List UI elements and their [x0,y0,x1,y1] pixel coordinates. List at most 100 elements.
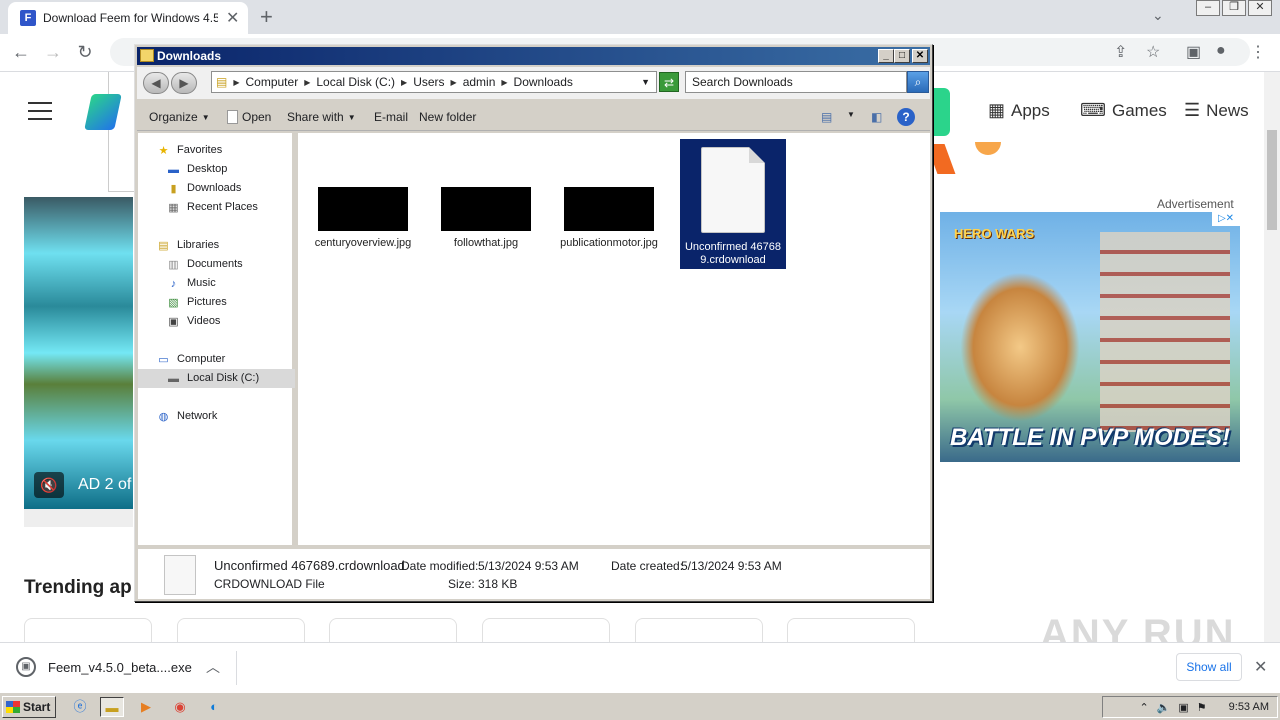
internet-explorer-icon[interactable]: ⓔ [68,697,92,717]
restore-button[interactable]: ❐ [1222,0,1246,16]
app-card[interactable] [24,618,152,642]
file-item[interactable]: followthat.jpg [433,139,539,250]
profile-avatar-icon[interactable]: ● [1216,42,1226,60]
nav-downloads[interactable]: ▮ Downloads [138,179,295,198]
nav-pictures[interactable]: ▧ Pictures [138,293,295,312]
clock[interactable]: 9:53 AM [1229,701,1269,713]
close-window-button[interactable]: ✕ [1248,0,1272,16]
video-ad-counter: AD 2 of [78,476,132,493]
menu-kebab-icon[interactable]: ⋮ [1250,42,1266,62]
file-item[interactable]: centuryoverview.jpg [310,139,416,250]
explorer-close-button[interactable]: ✕ [912,49,928,63]
edge-icon[interactable]: ◐ [202,697,226,717]
mute-icon[interactable]: 🔇 [34,472,64,498]
new-folder-button[interactable]: New folder [419,110,476,124]
nav-libraries[interactable]: ▤ Libraries [138,236,295,255]
minimize-button[interactable]: – [1196,0,1220,16]
app-card[interactable] [329,618,457,642]
nav-recent-places[interactable]: ▦ Recent Places [138,198,295,217]
explorer-minimize-button[interactable]: _ [878,49,894,63]
file-explorer-taskbar-icon[interactable]: ▬ [100,697,124,717]
image-thumbnail [441,187,531,231]
file-item-selected[interactable]: Unconfirmed 467689.crdownload [680,139,786,269]
news-icon: ☰ [1184,100,1201,120]
reload-icon[interactable]: ↻ [74,42,96,63]
network-tray-icon[interactable]: ▣ [1178,701,1188,714]
app-card[interactable] [177,618,305,642]
side-panel-icon[interactable]: ▣ [1186,42,1201,62]
forward-arrow-icon[interactable]: → [42,42,64,63]
browser-tab[interactable]: F Download Feem for Windows 4.5.0 ✕ [8,2,248,34]
breadcrumb-item[interactable]: Local Disk (C:) [316,75,395,89]
chrome-icon[interactable]: ◉ [168,697,192,717]
action-center-flag-icon[interactable]: ⚑ [1197,701,1207,714]
app-card[interactable] [787,618,915,642]
refresh-icon[interactable]: ⇄ [659,72,679,92]
explorer-maximize-button[interactable]: □ [894,49,910,63]
start-button[interactable]: Start [2,696,56,718]
nav-favorites[interactable]: ★ Favorites [138,141,295,160]
share-icon[interactable]: ⇪ [1114,42,1127,62]
nav-videos[interactable]: ▣ Videos [138,312,295,331]
view-dropdown-icon[interactable]: ▼ [847,110,855,119]
show-all-button[interactable]: Show all [1176,653,1242,681]
tray-expand-icon[interactable]: ⌃ [1139,701,1148,714]
close-shelf-icon[interactable]: ✕ [1254,657,1267,677]
share-with-label: Share with [287,110,344,124]
nav-desktop[interactable]: ▬ Desktop [138,160,295,179]
app-card[interactable] [635,618,763,642]
address-dropdown-icon[interactable]: ▼ [641,77,650,87]
tab-close-icon[interactable]: ✕ [226,8,239,28]
explorer-command-bar: Organize ▼ Open Share with ▼ E-mail New fo… [137,103,930,131]
explorer-title-bar[interactable]: Downloads _ □ ✕ [137,47,930,65]
tab-search-chevron-icon[interactable]: ⌄ [1152,7,1164,24]
libraries-icon: ▤ [158,239,169,252]
new-tab-button[interactable]: + [260,4,273,30]
help-icon[interactable]: ? [897,108,915,126]
explorer-breadcrumb[interactable]: ▤ ▶ Computer ▶ Local Disk (C:) ▶ Users ▶… [211,71,657,93]
nav-music[interactable]: ♪ Music [138,274,295,293]
breadcrumb-item[interactable]: Users [413,75,444,89]
adchoices-icon[interactable]: ▷✕ [1212,212,1240,226]
breadcrumb-item[interactable]: Downloads [514,75,573,89]
nav-computer[interactable]: ▭ Computer [138,350,295,369]
breadcrumb-item[interactable]: Computer [246,75,299,89]
nav-network[interactable]: ◍ Network [138,407,295,426]
back-arrow-icon[interactable]: ← [10,42,32,63]
nav-games[interactable]: ⌨ Games [1080,100,1167,121]
file-item[interactable]: publicationmotor.jpg [556,139,662,250]
breadcrumb-item[interactable]: admin [463,75,496,89]
nav-news[interactable]: ☰ News [1184,100,1249,121]
banner-advertisement[interactable]: HERO WARS BATTLE IN PVP MODES! ▷✕ [940,212,1240,462]
search-downloads-input[interactable]: Search Downloads [685,71,907,93]
breadcrumb-folder-icon: ▤ [216,75,228,89]
video-ad-player[interactable] [24,197,133,509]
explorer-forward-icon[interactable]: ▶ [171,72,197,94]
search-icon[interactable]: ⌕ [907,71,929,93]
pictures-icon: ▧ [168,296,179,309]
organize-menu[interactable]: Organize ▼ [149,110,210,124]
view-options-icon[interactable]: ▤ [821,110,832,124]
open-button[interactable]: Open [227,110,271,124]
nav-documents[interactable]: ▥ Documents [138,255,295,274]
nav-local-disk[interactable]: ▬ Local Disk (C:) [138,369,295,388]
volume-icon[interactable]: 🔈 [1157,701,1171,714]
downloads-folder-icon: ▮ [170,182,177,195]
hamburger-menu-icon[interactable] [28,102,52,126]
email-button[interactable]: E-mail [374,110,408,124]
app-card[interactable] [482,618,610,642]
video-footer [24,509,133,527]
preview-pane-icon[interactable]: ◧ [871,110,882,124]
explorer-title: Downloads [157,49,222,63]
explorer-back-icon[interactable]: ◀ [143,72,169,94]
download-filename[interactable]: Feem_v4.5.0_beta....exe [48,660,192,675]
share-with-menu[interactable]: Share with ▼ [287,110,356,124]
apps-grid-icon: ▦ [988,100,1006,120]
download-options-chevron-icon[interactable]: ︿ [206,657,220,677]
explorer-navigation-pane: ★ Favorites ▬ Desktop ▮ Downloads ▦ Recent P… [138,133,295,545]
scrollbar-thumb[interactable] [1267,130,1277,230]
bookmark-star-icon[interactable]: ☆ [1146,42,1160,62]
nav-apps[interactable]: ▦ Apps [988,100,1050,121]
media-player-icon[interactable]: ▶ [134,697,158,717]
explorer-file-list: centuryoverview.jpg followthat.jpg publi… [298,133,930,545]
